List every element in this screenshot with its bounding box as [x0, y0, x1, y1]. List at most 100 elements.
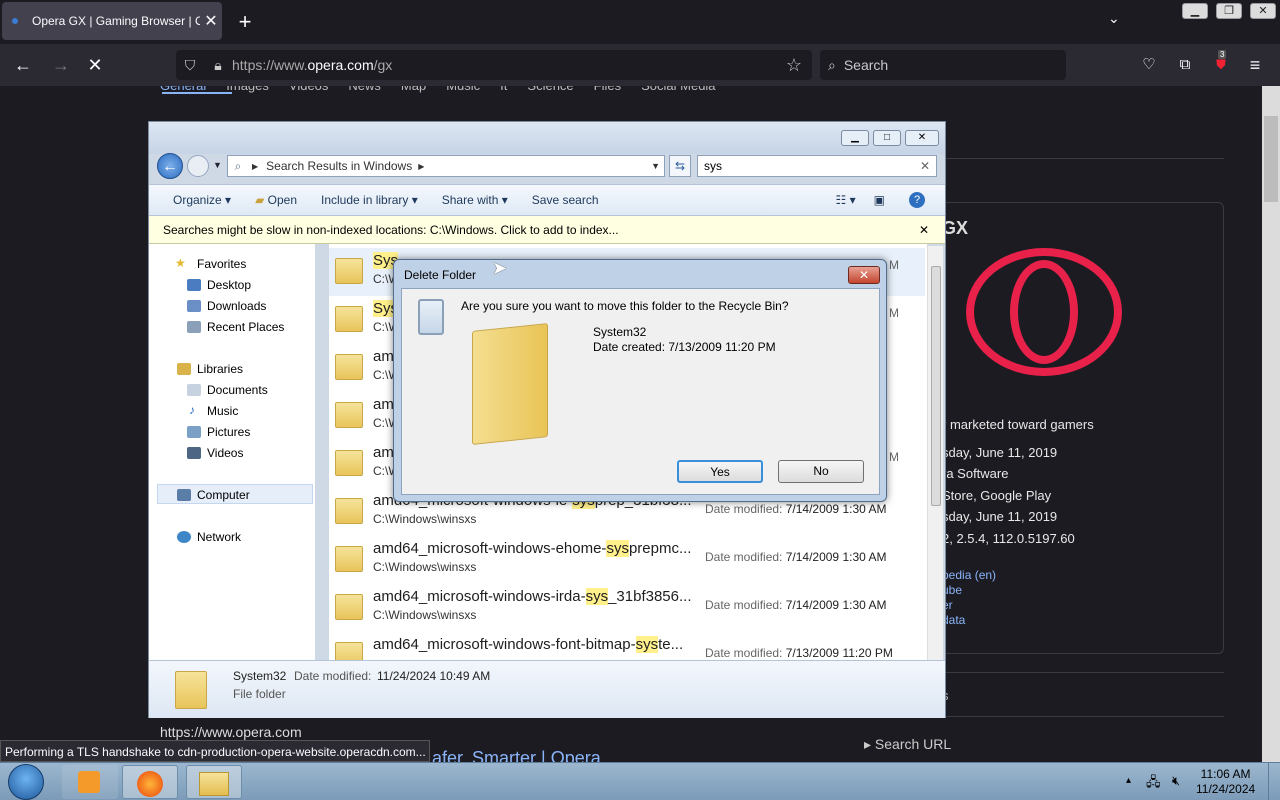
explorer-taskbar-button[interactable]: [186, 765, 242, 799]
start-button[interactable]: [8, 764, 44, 800]
result-url[interactable]: https://www.opera.com: [160, 724, 302, 740]
views-icon[interactable]: ☷ ▾: [836, 193, 856, 207]
nav-social-media[interactable]: Social Media: [641, 86, 715, 100]
stop-loading-icon[interactable]: ✕: [82, 52, 108, 78]
folder-icon: [335, 306, 363, 332]
explorer-minimize-button[interactable]: ▁: [841, 130, 869, 146]
clear-search-icon[interactable]: ✕: [920, 159, 930, 173]
system-clock[interactable]: 11:06 AM 11/24/2024: [1196, 767, 1255, 797]
nav-network[interactable]: Network: [197, 530, 241, 544]
explorer-maximize-button[interactable]: □: [873, 130, 901, 146]
url-bar[interactable]: ⛉ 🔒︎ https://www. opera.com/gx ☆: [176, 50, 812, 80]
nav-news[interactable]: News: [348, 86, 381, 100]
page-scrollbar-thumb[interactable]: [1264, 116, 1278, 202]
nav-computer[interactable]: Computer: [197, 488, 250, 502]
no-button[interactable]: No: [778, 460, 864, 483]
new-tab-button[interactable]: +: [232, 8, 258, 36]
nav-videos[interactable]: Videos: [289, 86, 329, 100]
delete-folder-dialog: Delete Folder ✕ Are you sure you want to…: [393, 259, 887, 502]
search-bar-placeholder: Search: [843, 57, 889, 73]
nav-pictures[interactable]: Pictures: [207, 425, 250, 439]
index-warning-bar[interactable]: Searches might be slow in non-indexed lo…: [149, 216, 945, 244]
breadcrumb-search-results[interactable]: Search Results in Windows: [266, 159, 412, 173]
details-date: 11/24/2024 10:49 AM: [377, 669, 491, 683]
firefox-taskbar-button[interactable]: [122, 765, 178, 799]
nav-documents[interactable]: Documents: [207, 383, 268, 397]
list-item[interactable]: amd64_microsoft-windows-irda-sys_31bf385…: [329, 584, 925, 632]
yes-button[interactable]: Yes: [677, 460, 763, 483]
close-window-button[interactable]: ✕: [1250, 3, 1276, 19]
explorer-search-input[interactable]: sys ✕: [697, 155, 937, 177]
navigation-pane: ★ Favorites Desktop Downloads Recent Pla…: [149, 244, 315, 660]
nav-downloads[interactable]: Downloads: [207, 299, 266, 313]
breadcrumb-chevron-icon[interactable]: ▶: [252, 162, 258, 171]
documents-icon: [187, 384, 201, 396]
nav-music[interactable]: Music: [207, 404, 238, 418]
nav-files[interactable]: Files: [594, 86, 621, 100]
media-player-taskbar-icon[interactable]: [62, 765, 118, 799]
volume-muted-icon[interactable]: 🔇︎: [1172, 773, 1180, 789]
list-all-tabs-icon[interactable]: ⌄: [1108, 10, 1120, 27]
nav-science[interactable]: Science: [527, 86, 573, 100]
nav-desktop[interactable]: Desktop: [207, 278, 251, 292]
result-title[interactable]: afer, Smarter | Opera: [432, 748, 601, 762]
bookmark-star-icon[interactable]: ☆: [776, 55, 812, 76]
nav-music[interactable]: Music: [446, 86, 480, 100]
minimize-button[interactable]: ▁: [1182, 3, 1208, 19]
folder-icon: [335, 450, 363, 476]
nav-libraries[interactable]: Libraries: [197, 362, 243, 376]
nav-videos[interactable]: Videos: [207, 446, 243, 460]
list-item[interactable]: amd64_microsoft-windows-font-bitmap-syst…: [329, 632, 925, 660]
taskbar: ▴ 🖧︎ 🔇︎ 11:06 AM 11/24/2024: [0, 762, 1280, 800]
menu-hamburger-icon[interactable]: ≡: [1242, 52, 1268, 78]
nav-images[interactable]: Images: [226, 86, 269, 100]
file-name: amd64_microsoft-windows-ehome-sysprepmc.…: [373, 540, 692, 557]
tab-close-icon[interactable]: ✕: [200, 11, 222, 31]
help-icon[interactable]: ?: [909, 192, 925, 208]
forward-arrow-icon[interactable]: →: [48, 52, 74, 78]
back-arrow-icon[interactable]: ←: [10, 52, 36, 78]
nav-favorites[interactable]: Favorites: [197, 257, 246, 271]
index-warning-text: Searches might be slow in non-indexed lo…: [163, 222, 619, 237]
search-url-toggle[interactable]: ▸ Search URL: [864, 736, 951, 753]
extension-badge: 3: [1218, 50, 1227, 59]
search-bar[interactable]: ⌕ Search: [820, 50, 1066, 80]
share-with-button[interactable]: Share with ▾: [442, 193, 508, 207]
show-desktop-button[interactable]: [1268, 763, 1280, 800]
address-dropdown-icon[interactable]: ▼: [651, 161, 660, 171]
restore-button[interactable]: ❐: [1216, 3, 1242, 19]
save-search-button[interactable]: Save search: [532, 193, 599, 207]
nav-it[interactable]: It: [500, 86, 507, 100]
network-tray-icon[interactable]: 🖧︎: [1146, 773, 1161, 795]
open-label: Open: [267, 193, 297, 207]
forward-arrow-icon[interactable]: [187, 155, 209, 177]
back-arrow-icon[interactable]: ←: [157, 153, 183, 179]
browser-tab[interactable]: Opera GX | Gaming Browser | O ✕: [2, 2, 222, 40]
explorer-close-button[interactable]: ✕: [905, 130, 939, 146]
dialog-close-button[interactable]: ✕: [848, 266, 880, 284]
breadcrumb-chevron-icon[interactable]: ▶: [418, 162, 424, 171]
nav-recent-places[interactable]: Recent Places: [207, 320, 284, 334]
pocket-icon[interactable]: ♡: [1136, 52, 1162, 78]
organize-button[interactable]: Organize ▾: [173, 193, 231, 207]
infobox-link-wikipedia[interactable]: pedia (en): [942, 568, 996, 582]
shield-icon[interactable]: ⛉: [176, 57, 204, 74]
favorites-star-icon: ★: [175, 256, 186, 270]
recent-pages-chevron-icon[interactable]: ▼: [213, 160, 222, 170]
search-url-label: Search URL: [874, 736, 952, 752]
preview-pane-icon[interactable]: ▣: [874, 193, 885, 207]
open-button[interactable]: ▰ Open: [255, 193, 297, 207]
file-list-scrollbar-thumb[interactable]: [931, 266, 941, 506]
lock-icon[interactable]: 🔒︎: [204, 57, 232, 74]
file-date: Date modified: 7/14/2009 1:30 AM: [705, 502, 887, 516]
file-list-scrollbar[interactable]: [927, 246, 943, 660]
refresh-icon[interactable]: ⇆: [669, 155, 691, 177]
close-infobar-icon[interactable]: ✕: [919, 223, 929, 237]
extensions-icon[interactable]: ⧉: [1172, 52, 1198, 78]
nav-map[interactable]: Map: [401, 86, 426, 100]
show-hidden-icons-chevron-icon[interactable]: ▴: [1126, 775, 1131, 786]
list-item[interactable]: amd64_microsoft-windows-ehome-sysprepmc.…: [329, 536, 925, 584]
include-in-library-button[interactable]: Include in library ▾: [321, 193, 418, 207]
address-bar[interactable]: ⌕ ▶ Search Results in Windows ▶ ▼: [227, 155, 665, 177]
file-date: M: [889, 306, 899, 320]
